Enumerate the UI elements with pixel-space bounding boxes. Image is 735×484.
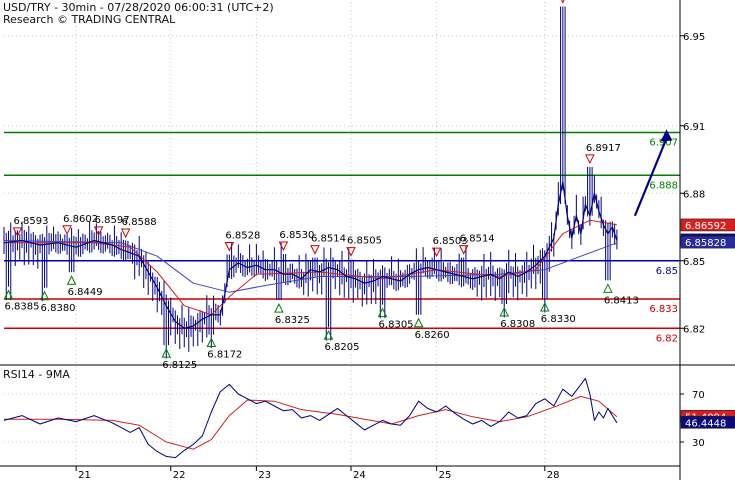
price-tag-ma_slow-label: 6.85828 — [685, 238, 726, 249]
rsi-panel-title: RSI14 - 9MA — [3, 368, 70, 381]
level-label-6.82: 6.82 — [656, 333, 678, 344]
low-label-6.8413: 6.8413 — [604, 295, 639, 306]
level-label-6.85: 6.85 — [656, 266, 678, 277]
high-label-6.8602: 6.8602 — [63, 214, 98, 225]
price-tick-label: 6.82 — [683, 324, 705, 335]
low-label-6.8325: 6.8325 — [275, 315, 310, 326]
chart-canvas[interactable]: 6.9076.8886.856.8336.82 6.85936.86026.85… — [0, 0, 735, 481]
price-tick-label: 6.95 — [683, 32, 705, 43]
low-label-6.8308: 6.8308 — [500, 319, 535, 330]
x-tick-label-22: 22 — [173, 470, 186, 480]
low-label-6.8449: 6.8449 — [68, 287, 103, 298]
rsi-tick-label: 70 — [692, 390, 705, 401]
x-tick-label-24: 24 — [353, 470, 366, 480]
price-tick-label: 6.91 — [683, 122, 705, 133]
low-label-6.8205: 6.8205 — [324, 342, 359, 353]
low-label-6.8305: 6.8305 — [379, 320, 414, 331]
rsi-tick-label: 30 — [692, 438, 705, 449]
x-tick-label-21: 21 — [78, 470, 91, 480]
x-tick-label-28: 28 — [547, 470, 560, 480]
low-label-6.8125: 6.8125 — [162, 360, 197, 371]
rsi-tag-rsi-label: 46.4448 — [685, 418, 726, 429]
low-label-6.8330: 6.8330 — [541, 314, 576, 325]
high-label-6.8530: 6.8530 — [279, 230, 314, 241]
level-label-6.833: 6.833 — [649, 304, 678, 315]
high-label-6.8588: 6.8588 — [122, 217, 157, 228]
chart-source: Research © TRADING CENTRAL — [3, 13, 176, 26]
price-tick-label: 6.88 — [683, 189, 705, 200]
high-label-6.8917: 6.8917 — [586, 143, 621, 154]
low-label-6.8260: 6.8260 — [415, 330, 450, 341]
price-tick-label: 6.85 — [683, 257, 705, 268]
high-label-6.8528: 6.8528 — [225, 230, 260, 241]
low-label-6.8172: 6.8172 — [207, 350, 242, 361]
low-label-6.8385: 6.8385 — [5, 302, 40, 313]
high-label-6.8514: 6.8514 — [311, 234, 346, 245]
price-tag-ma_fast-label: 6.86592 — [685, 221, 726, 232]
high-label-6.8505: 6.8505 — [347, 236, 382, 247]
high-label-6.8514: 6.8514 — [460, 234, 495, 245]
x-tick-label-25: 25 — [439, 470, 452, 480]
level-label-6.888: 6.888 — [649, 180, 678, 191]
high-label-6.8593: 6.8593 — [14, 216, 49, 227]
x-tick-label-23: 23 — [258, 470, 271, 480]
low-label-6.8380: 6.8380 — [41, 303, 76, 314]
chart-root: 6.9076.8886.856.8336.82 6.85936.86026.85… — [0, 0, 735, 481]
